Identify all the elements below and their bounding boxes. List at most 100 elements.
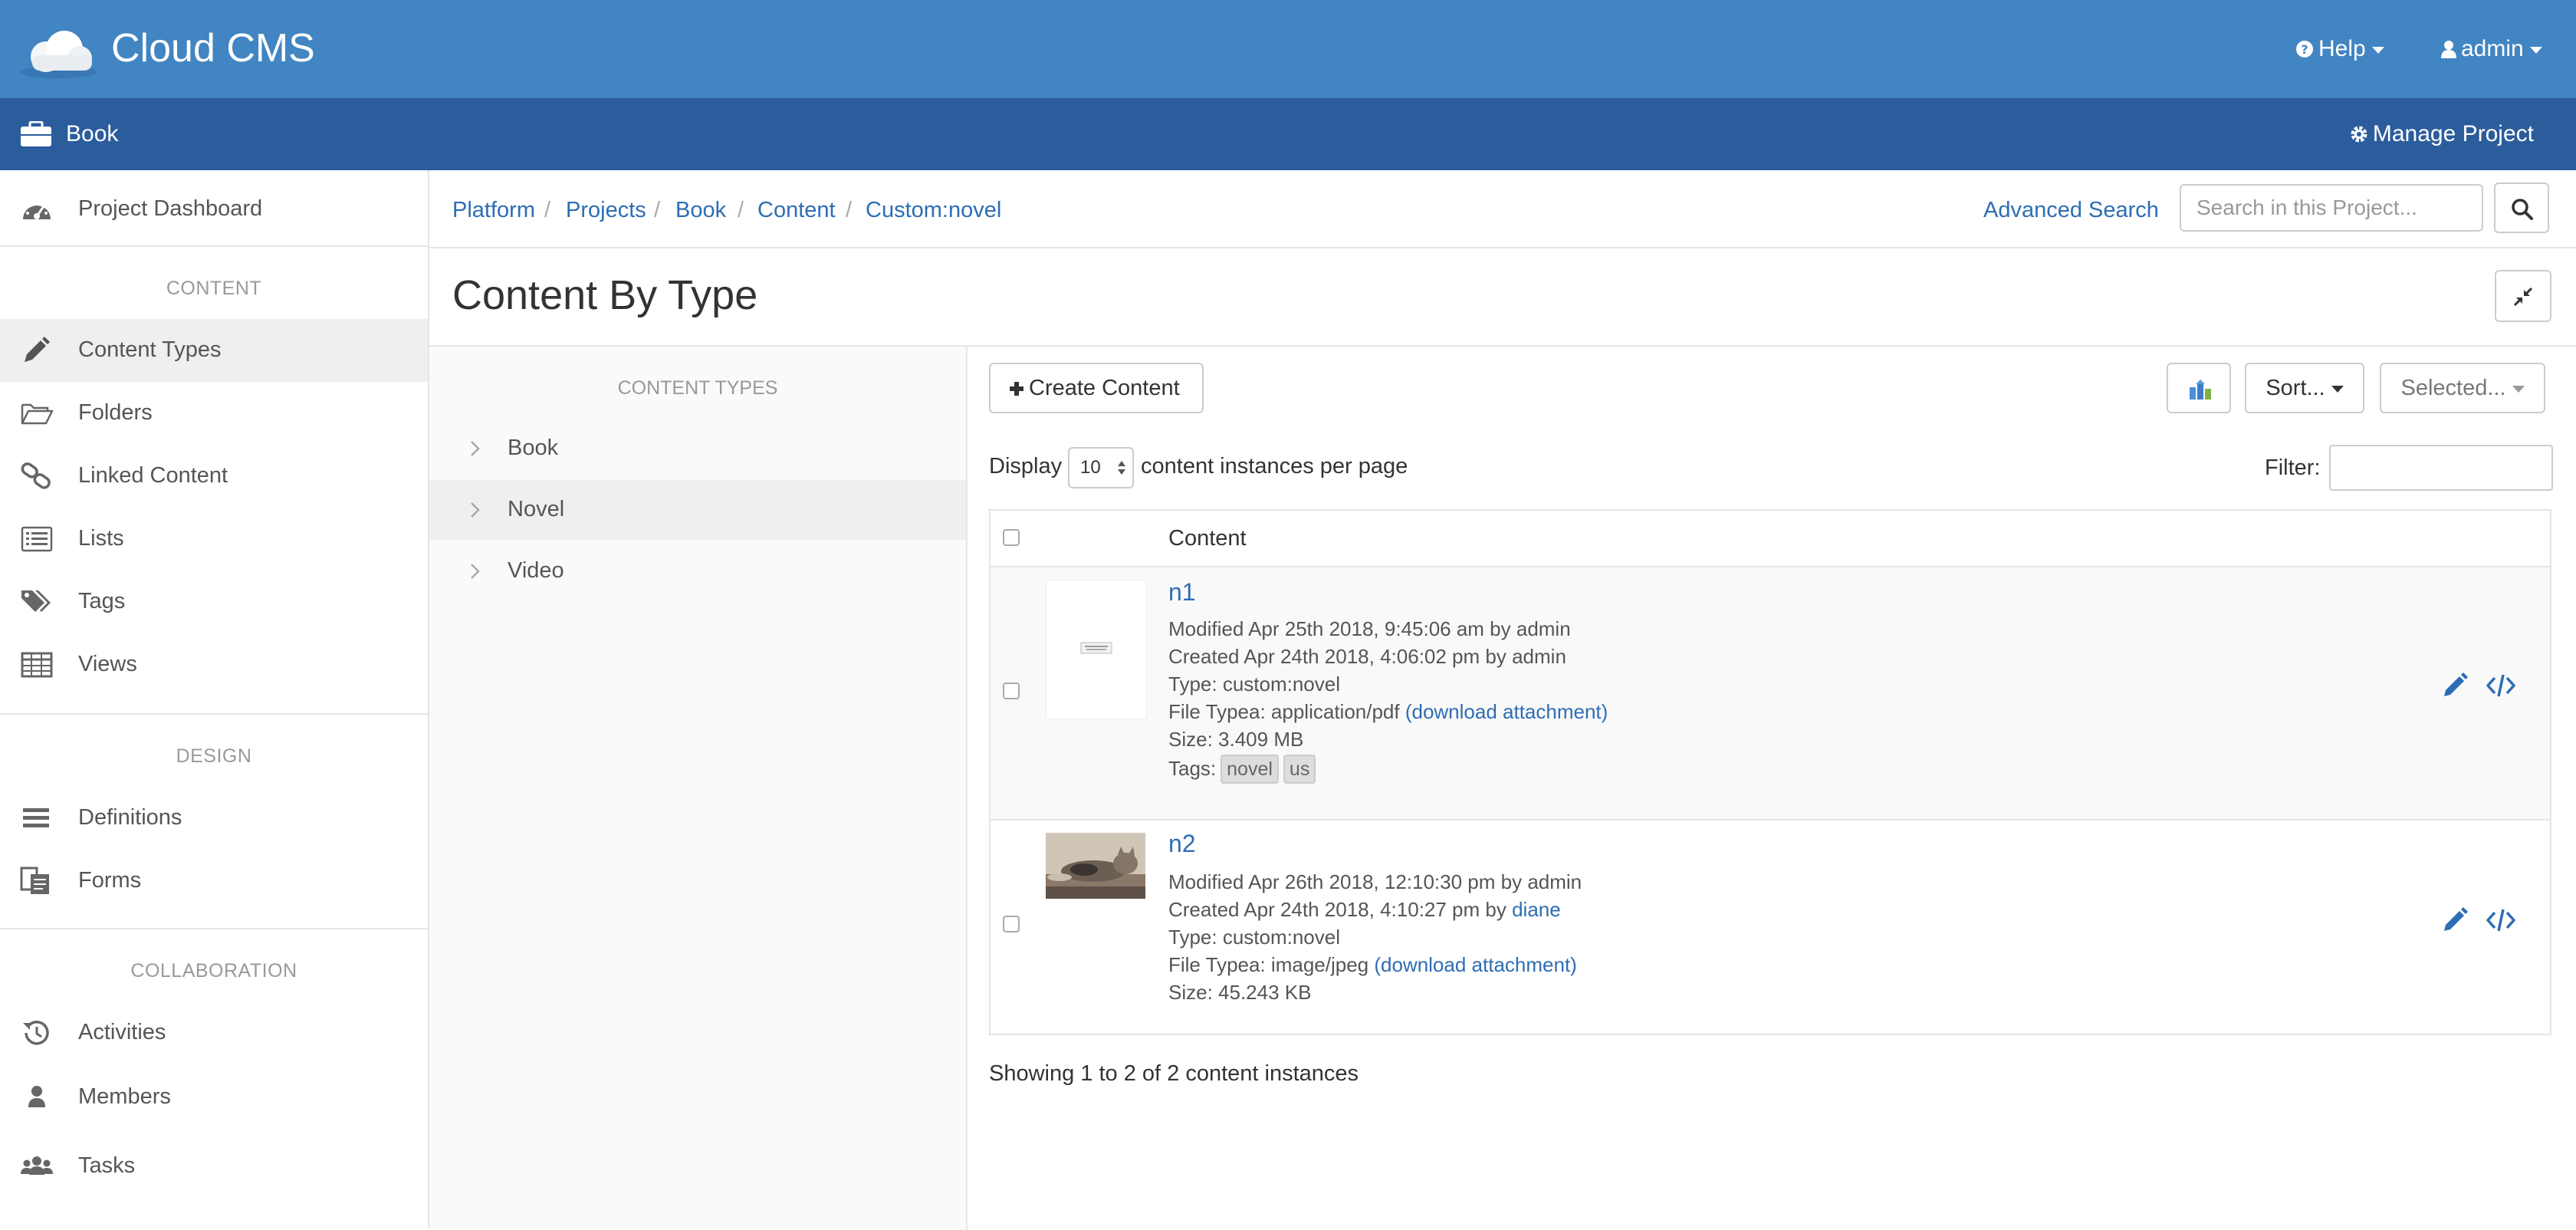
breadcrumb-projects[interactable]: Projects <box>566 195 646 225</box>
export-button[interactable] <box>2167 363 2231 413</box>
search-input[interactable] <box>2180 184 2483 232</box>
breadcrumb-platform[interactable]: Platform <box>452 195 535 225</box>
sort-label: Sort... <box>2266 376 2325 400</box>
chevron-right-icon <box>471 502 480 518</box>
sidebar-item-tags[interactable]: Tags <box>0 571 428 633</box>
breadcrumb-content[interactable]: Content <box>757 195 836 225</box>
sidebar-item-views[interactable]: Views <box>0 633 428 696</box>
created-by-link[interactable]: diane <box>1512 898 1561 921</box>
pdf-thumbnail[interactable] <box>1046 580 1147 719</box>
dashboard-icon <box>23 201 51 219</box>
manage-project-button[interactable]: Manage Project <box>2350 118 2534 150</box>
file-type-info: File Typea: image/jpeg (download attachm… <box>1168 951 1577 978</box>
showing-info: Showing 1 to 2 of 2 content instances <box>989 1061 1359 1086</box>
type-info: Type: custom:novel <box>1168 673 1340 696</box>
content-column-header[interactable]: Content <box>1168 523 1247 554</box>
gear-icon <box>2351 126 2367 143</box>
download-attachment-link[interactable]: (download attachment) <box>1374 953 1576 976</box>
sidebar-divider <box>0 928 428 929</box>
content-type-book[interactable]: Book <box>429 419 966 479</box>
row-checkbox[interactable] <box>1003 682 1020 699</box>
project-name[interactable]: Book <box>66 118 118 150</box>
file-type-text: File Typea: application/pdf <box>1168 700 1405 723</box>
sidebar-label: Tags <box>78 589 126 613</box>
help-menu[interactable]: ? Help <box>2295 32 2384 66</box>
users-icon <box>21 1156 53 1175</box>
compress-button[interactable] <box>2495 270 2551 322</box>
filter-input[interactable] <box>2329 445 2553 491</box>
sidebar-item-tasks[interactable]: Tasks <box>0 1135 428 1198</box>
content-table: Content n1 Modified Apr 25th 2018, 9:45:… <box>989 509 2551 1035</box>
tags-info: Tags: novel us <box>1168 755 1316 784</box>
sidebar-item-activities[interactable]: Activities <box>0 1001 428 1064</box>
size-info: Size: 45.243 KB <box>1168 981 1312 1004</box>
sidebar-label: Activities <box>78 1020 166 1044</box>
content-title-link[interactable]: n1 <box>1168 577 1196 607</box>
briefcase-icon <box>21 121 51 146</box>
content-type-video[interactable]: Video <box>429 541 966 601</box>
selected-label: Selected... <box>2400 376 2506 400</box>
file-type-info: File Typea: application/pdf (download at… <box>1168 698 1608 725</box>
sidebar-item-folders[interactable]: Folders <box>0 382 428 445</box>
breadcrumb-separator: / <box>738 198 744 222</box>
file-type-text: File Typea: image/jpeg <box>1168 953 1375 976</box>
sidebar-item-lists[interactable]: Lists <box>0 508 428 571</box>
created-text: Created Apr 24th 2018, 4:06:02 pm by <box>1168 645 1513 668</box>
tag-badge[interactable]: novel <box>1221 755 1279 784</box>
per-page-suffix: content instances per page <box>1141 454 1408 479</box>
content-title-link[interactable]: n2 <box>1168 828 1196 859</box>
sidebar-item-definitions[interactable]: Definitions <box>0 787 428 850</box>
user-icon <box>28 1086 45 1107</box>
sort-dropdown[interactable]: Sort... <box>2245 363 2364 413</box>
sidebar-label: Lists <box>78 526 124 551</box>
cloud-logo-icon[interactable] <box>17 21 101 83</box>
selected-dropdown[interactable]: Selected... <box>2380 363 2545 413</box>
question-circle-icon: ? <box>2296 41 2313 58</box>
chevron-right-icon <box>471 564 480 579</box>
list-icon <box>21 526 53 552</box>
per-page-value: 10 <box>1080 457 1101 478</box>
create-content-button[interactable]: Create Content <box>989 363 1204 413</box>
search-button[interactable] <box>2494 183 2549 233</box>
app-title[interactable]: Cloud CMS <box>111 21 315 75</box>
per-page-select[interactable]: 10 <box>1068 447 1134 488</box>
code-icon[interactable] <box>2486 670 2516 701</box>
breadcrumb-custom-novel[interactable]: Custom:novel <box>866 195 1001 225</box>
table-row: n2 Modified Apr 26th 2018, 12:10:30 pm b… <box>991 821 2550 1034</box>
cat-image-thumbnail[interactable] <box>1046 833 1145 899</box>
sidebar-item-linked-content[interactable]: Linked Content <box>0 445 428 508</box>
breadcrumb-separator: / <box>544 198 551 222</box>
tags-icon <box>21 590 51 612</box>
breadcrumb-book[interactable]: Book <box>675 195 726 225</box>
select-all-checkbox[interactable] <box>1003 529 1020 546</box>
row-checkbox[interactable] <box>1003 916 1020 932</box>
sidebar-label: Linked Content <box>78 463 228 488</box>
download-attachment-link[interactable]: (download attachment) <box>1405 700 1608 723</box>
content-type-label: Video <box>508 558 564 583</box>
advanced-search-link[interactable]: Advanced Search <box>1983 195 2159 225</box>
content-types-heading: CONTENT TYPES <box>617 377 778 399</box>
plus-icon <box>1010 382 1024 396</box>
project-bar: Book Manage Project <box>0 98 2576 170</box>
sidebar-item-members[interactable]: Members <box>0 1066 428 1129</box>
sidebar-item-content-types[interactable]: Content Types <box>0 319 428 382</box>
caret-down-icon <box>2371 46 2384 54</box>
display-label: Display <box>989 454 1063 479</box>
sidebar-item-project-dashboard[interactable]: Project Dashboard <box>0 178 428 241</box>
content-type-novel[interactable]: Novel <box>429 480 966 540</box>
compress-icon <box>2513 287 2533 307</box>
user-icon <box>2441 41 2456 58</box>
user-menu[interactable]: admin <box>2441 32 2542 66</box>
tag-badge[interactable]: us <box>1283 755 1316 784</box>
sidebar-label: Forms <box>78 868 142 893</box>
code-icon[interactable] <box>2486 905 2516 936</box>
edit-pencil-icon[interactable] <box>2440 670 2470 701</box>
sidebar-divider <box>0 713 428 715</box>
select-arrows-icon <box>1118 461 1125 475</box>
bars-icon <box>23 808 49 827</box>
edit-pencil-icon[interactable] <box>2440 905 2470 936</box>
created-info: Created Apr 24th 2018, 4:06:02 pm by adm… <box>1168 643 1566 670</box>
sidebar-item-forms[interactable]: Forms <box>0 850 428 913</box>
modified-info: Modified Apr 25th 2018, 9:45:06 am by ad… <box>1168 617 1571 640</box>
caret-down-icon <box>2331 385 2344 393</box>
